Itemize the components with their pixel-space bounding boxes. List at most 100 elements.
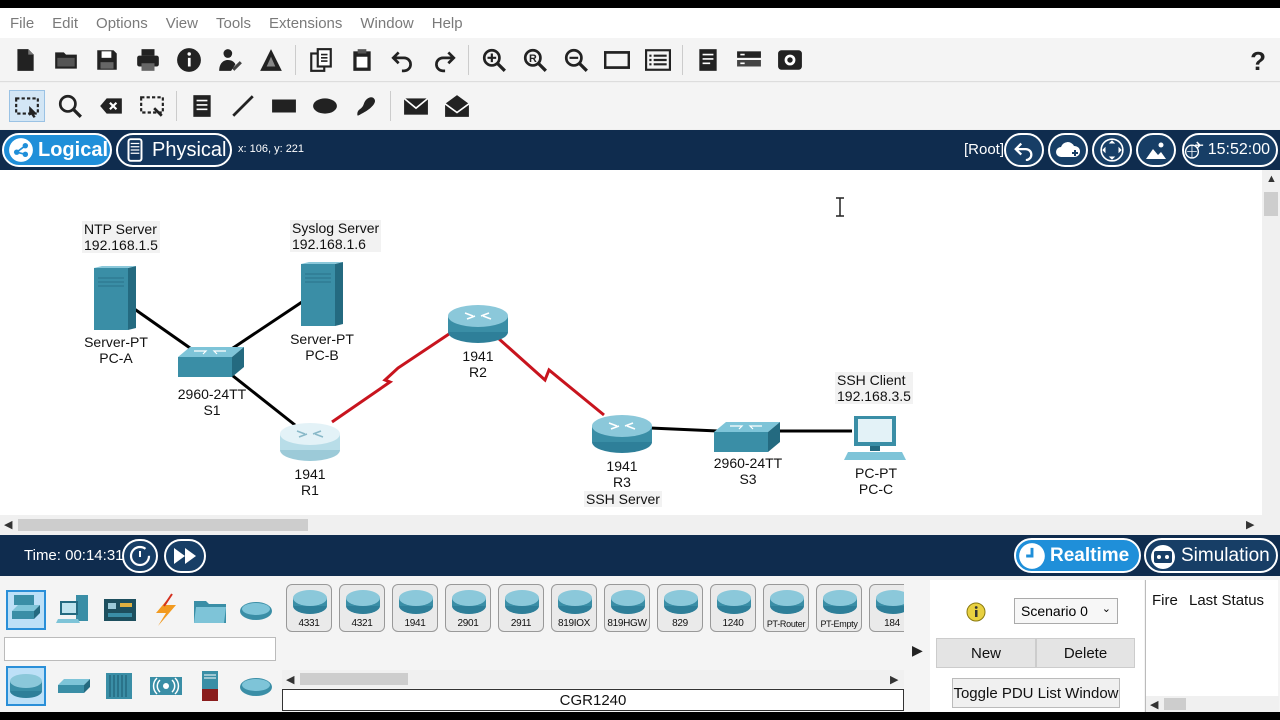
device-pt-router[interactable]: PT-Router (763, 584, 809, 632)
draw-rectangle-icon[interactable] (268, 90, 300, 122)
category-components[interactable] (100, 590, 140, 630)
activity-wizard-icon[interactable] (255, 44, 287, 76)
draw-ellipse-icon[interactable] (309, 90, 341, 122)
scenario-select[interactable]: Scenario 0 ⌄ (1014, 598, 1118, 624)
device-1941[interactable]: 1941 (392, 584, 438, 632)
info-icon[interactable] (173, 44, 205, 76)
drawing-palette-icon[interactable] (601, 44, 633, 76)
move-object-button[interactable] (1092, 133, 1132, 167)
expand-pdu-icon[interactable]: ▶ (912, 642, 923, 659)
custom-devices-icon[interactable] (642, 44, 674, 76)
device-829[interactable]: 829 (657, 584, 703, 632)
new-file-icon[interactable] (9, 44, 41, 76)
viewport-clock[interactable]: 15:52:00 (1182, 133, 1278, 167)
new-scenario-button[interactable]: New (936, 638, 1036, 668)
zoom-reset-icon[interactable]: R (519, 44, 551, 76)
print-icon[interactable] (132, 44, 164, 76)
pcc-title-note[interactable]: SSH Client 192.168.3.5 (835, 372, 913, 404)
category-network-devices[interactable] (6, 590, 46, 630)
canvas-horizontal-scrollbar[interactable]: ◀ ▶ (0, 515, 1262, 535)
menu-window[interactable]: Window (360, 15, 413, 32)
device-2911[interactable]: 2911 (498, 584, 544, 632)
power-cycle-button[interactable] (122, 539, 158, 573)
menu-view[interactable]: View (166, 15, 198, 32)
device-4331[interactable]: 4331 (286, 584, 332, 632)
zoom-in-icon[interactable] (478, 44, 510, 76)
link-r3-s3[interactable] (649, 426, 719, 433)
router-r3-icon[interactable] (591, 414, 653, 454)
scenario-info-icon[interactable] (966, 602, 986, 622)
new-cluster-button[interactable] (1048, 133, 1088, 167)
category-connections[interactable] (146, 590, 186, 630)
column-last-status[interactable]: Last Status (1189, 592, 1264, 609)
zoom-out-icon[interactable] (560, 44, 592, 76)
simple-pdu-icon[interactable] (400, 90, 432, 122)
scroll-right-icon[interactable]: ▶ (890, 673, 898, 686)
list-scrollbar[interactable]: ◀ (1146, 696, 1279, 712)
device-184x[interactable]: 184 (869, 584, 904, 632)
network-device-icon[interactable] (733, 44, 765, 76)
fast-forward-button[interactable] (164, 539, 206, 573)
scroll-right-icon[interactable]: ▶ (1246, 518, 1254, 531)
copy-icon[interactable] (305, 44, 337, 76)
router-r1-icon[interactable] (279, 422, 341, 462)
place-note-icon[interactable] (186, 90, 218, 122)
scroll-left-icon[interactable]: ◀ (4, 518, 12, 531)
category-end-devices[interactable] (54, 590, 94, 630)
save-icon[interactable] (91, 44, 123, 76)
help-icon[interactable]: ? (1250, 46, 1266, 77)
r3-role-note[interactable]: SSH Server (584, 491, 662, 507)
back-button[interactable] (1004, 133, 1044, 167)
menu-extensions[interactable]: Extensions (269, 15, 342, 32)
redo-icon[interactable] (428, 44, 460, 76)
logical-tab[interactable]: Logical (2, 133, 112, 167)
list-scroll-thumb[interactable] (1164, 698, 1186, 710)
draw-line-icon[interactable] (227, 90, 259, 122)
category-multiuser[interactable] (236, 590, 276, 630)
screenshot-icon[interactable] (774, 44, 806, 76)
router-r2-icon[interactable] (447, 304, 509, 344)
device-search-field[interactable] (4, 637, 276, 661)
device-pt-empty[interactable]: PT-Empty (816, 584, 862, 632)
switch-s1-icon[interactable] (176, 345, 246, 379)
column-fire[interactable]: Fire (1152, 592, 1178, 609)
undo-icon[interactable] (387, 44, 419, 76)
hscroll-thumb[interactable] (18, 519, 308, 531)
notes-icon[interactable] (692, 44, 724, 76)
device-4321[interactable]: 4321 (339, 584, 385, 632)
pca-title-note[interactable]: NTP Server 192.168.1.5 (82, 221, 160, 253)
paste-icon[interactable] (346, 44, 378, 76)
inspect-tool-icon[interactable] (54, 90, 86, 122)
realtime-mode-button[interactable]: Realtime (1014, 538, 1141, 573)
subcategory-wireless[interactable] (146, 666, 186, 706)
scroll-left-icon[interactable]: ◀ (286, 673, 294, 686)
server-pca-icon[interactable] (92, 264, 138, 332)
toggle-pdu-list-button[interactable]: Toggle PDU List Window (952, 678, 1120, 708)
menu-help[interactable]: Help (432, 15, 463, 32)
menu-file[interactable]: File (10, 15, 34, 32)
subcategory-wan-emulation[interactable] (236, 666, 276, 706)
server-pcb-icon[interactable] (299, 260, 345, 328)
set-background-button[interactable] (1136, 133, 1176, 167)
pcb-title-note[interactable]: Syslog Server 192.168.1.6 (290, 220, 382, 252)
canvas-vertical-scrollbar[interactable]: ▲ (1262, 170, 1280, 515)
subcategory-routers[interactable] (6, 666, 46, 706)
freeform-icon[interactable] (350, 90, 382, 122)
device-1240[interactable]: 1240 (710, 584, 756, 632)
logical-workspace-canvas[interactable]: NTP Server 192.168.1.5 Server-PT PC-A Sy… (0, 170, 1262, 515)
subcategory-switches[interactable] (54, 666, 94, 706)
category-miscellaneous[interactable] (190, 590, 230, 630)
vscroll-thumb[interactable] (1264, 192, 1278, 216)
pc-pcc-icon[interactable] (844, 414, 906, 462)
open-folder-icon[interactable] (50, 44, 82, 76)
subcategory-hubs[interactable] (100, 666, 140, 706)
switch-s3-icon[interactable] (712, 420, 782, 454)
simulation-mode-button[interactable]: Simulation (1144, 538, 1278, 573)
device-819iox[interactable]: 819IOX (551, 584, 597, 632)
resize-shape-icon[interactable] (136, 90, 168, 122)
select-tool-icon[interactable] (9, 90, 45, 122)
physical-tab[interactable]: Physical (116, 133, 232, 167)
delete-tool-icon[interactable] (95, 90, 127, 122)
menu-tools[interactable]: Tools (216, 15, 251, 32)
device-scroll-thumb[interactable] (300, 673, 408, 685)
